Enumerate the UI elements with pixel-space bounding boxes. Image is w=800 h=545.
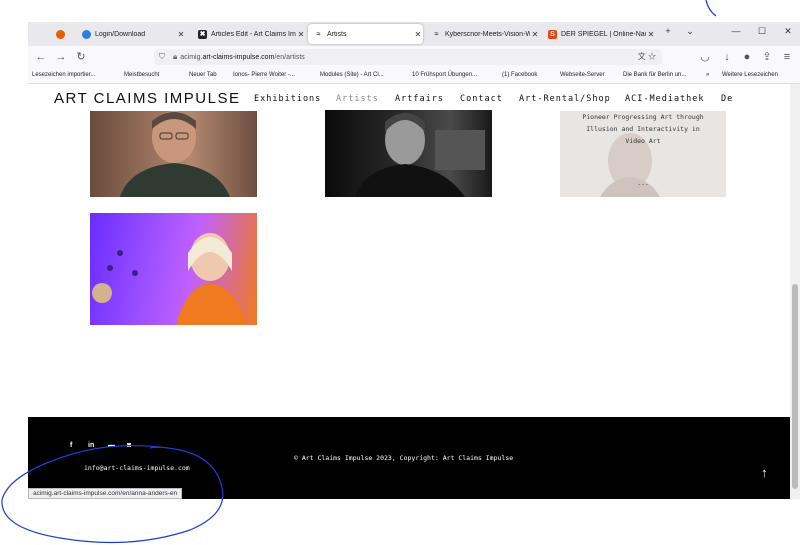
artist-photo[interactable] <box>90 213 257 325</box>
bookmark-item[interactable]: Neuer Tab <box>189 72 217 78</box>
tab-login-download[interactable]: Login/Download ✕ <box>76 24 186 44</box>
bookmarks-bar: Lesezeichen importier... Meistbesucht Ne… <box>28 68 800 84</box>
url-path: /en/artists <box>274 53 305 61</box>
scroll-to-top-icon[interactable]: ↑ <box>761 465 768 480</box>
close-icon[interactable]: ✕ <box>176 30 186 39</box>
close-icon[interactable]: ✕ <box>530 30 540 39</box>
artist-photo[interactable] <box>325 110 492 197</box>
tab-label: DER SPIEGEL | Online-Nachr <box>561 30 646 38</box>
close-icon[interactable]: ✕ <box>296 30 306 39</box>
window-close-icon[interactable]: ✕ <box>780 26 796 37</box>
tab-articles-edit[interactable]: ✖ Articles Edit - Art Claims Im ✕ <box>192 24 306 44</box>
maximize-icon[interactable]: ☐ <box>754 26 770 37</box>
bookmark-item[interactable]: Lesezeichen importier... <box>32 72 95 78</box>
back-icon[interactable]: ← <box>34 50 48 64</box>
translate-star-icons[interactable]: 文 ☆ <box>638 51 656 62</box>
close-icon[interactable]: ✕ <box>413 30 423 39</box>
site-footer: f in ▬ ◙ info@art-claims-impulse.com © A… <box>28 417 790 499</box>
tab-list-icon[interactable]: ⌄ <box>682 26 698 37</box>
tab-label: Login/Download <box>95 30 146 38</box>
firefox-menu-tab[interactable] <box>50 24 70 44</box>
globe-icon <box>82 29 91 39</box>
tab-label: Artists <box>327 30 347 38</box>
nav-language[interactable]: De <box>721 94 733 104</box>
menu-icon[interactable]: ≡ <box>780 50 794 64</box>
tab-spiegel[interactable]: S DER SPIEGEL | Online-Nachr ✕ <box>542 24 656 44</box>
bookmark-overflow[interactable]: » <box>706 72 709 78</box>
artist-photo-drawing <box>120 111 230 197</box>
artist-photo-drawing <box>92 233 246 325</box>
bookmark-item[interactable]: Die Bank für Berlin un... <box>623 72 686 78</box>
web-page: ART CLAIMS IMPULSE Exhibitions Artists A… <box>28 84 790 499</box>
tab-kyberscnor[interactable]: ≈ Kyberscnor-Meets-Vision-W ✕ <box>426 24 540 44</box>
pocket-icon[interactable]: ◡ <box>698 50 712 64</box>
aci-icon: ≈ <box>434 30 439 38</box>
nav-artfairs[interactable]: Artfairs <box>395 94 444 104</box>
minimize-icon[interactable]: — <box>728 26 744 36</box>
footer-email[interactable]: info@art-claims-impulse.com <box>84 464 190 472</box>
nav-contact[interactable]: Contact <box>460 94 503 104</box>
annotation-stroke <box>705 0 717 17</box>
shield-icon: ⛉ <box>159 52 165 61</box>
tab-label: Kyberscnor-Meets-Vision-W <box>445 30 530 38</box>
new-tab-icon[interactable]: + <box>660 26 676 36</box>
youtube-icon[interactable]: ▬ <box>108 442 115 449</box>
bookmark-item[interactable]: Webseite-Server <box>560 72 605 78</box>
url-bar[interactable]: ⛉ 🔒︎ acimig. art-claims-impulse.com/en/ar… <box>154 49 662 65</box>
facebook-icon[interactable]: f <box>70 442 72 449</box>
spiegel-icon: S <box>548 29 557 39</box>
artist-photo-drawing <box>355 113 485 197</box>
lock-icon: 🔒︎ <box>173 52 178 61</box>
tab-label: Articles Edit - Art Claims Im <box>211 30 296 38</box>
status-bar-url: acimig.art-claims-impulse.com/en/anna-an… <box>28 488 183 499</box>
tab-bar: Login/Download ✕ ✖ Articles Edit - Art C… <box>28 22 800 46</box>
artist-photo[interactable] <box>90 111 257 197</box>
screenshot: Login/Download ✕ ✖ Articles Edit - Art C… <box>0 0 800 545</box>
site-logo[interactable]: ART CLAIMS IMPULSE <box>54 90 241 107</box>
forward-icon[interactable]: → <box>54 50 68 64</box>
nav-artists[interactable]: Artists <box>336 94 379 104</box>
bookmark-item[interactable]: (1) Facebook <box>502 72 537 78</box>
artist-teaser-line: Illusion and Interactivity in <box>586 125 700 133</box>
navigation-bar: ← → ↻ ⛉ 🔒︎ acimig. art-claims-impulse.com… <box>28 46 800 68</box>
bookmark-item[interactable]: Modules (Site) - Art Cl... <box>320 72 384 78</box>
page-scrollbar[interactable] <box>790 84 800 499</box>
footer-copyright: © Art Claims Impulse 2023, Copyright: Ar… <box>294 454 514 462</box>
close-icon[interactable]: ✕ <box>646 30 656 39</box>
bookmark-item[interactable]: Meistbesucht <box>124 72 159 78</box>
url-prefix: acimig. <box>180 53 203 61</box>
nav-exhibitions[interactable]: Exhibitions <box>254 94 321 104</box>
bookmark-item[interactable]: 10 Frühsport Übungen... <box>412 72 477 78</box>
artist-teaser-line: Video Art <box>625 137 661 145</box>
firefox-icon <box>56 29 65 39</box>
download-icon[interactable]: ↓ <box>720 50 734 64</box>
nav-aci-mediathek[interactable]: ACI-Mediathek <box>625 94 705 104</box>
linkedin-icon[interactable]: in <box>88 442 94 449</box>
scrollbar-thumb[interactable] <box>792 284 798 489</box>
instagram-icon[interactable]: ◙ <box>127 442 131 449</box>
url-domain: art-claims-impulse.com <box>202 53 275 61</box>
artist-photo[interactable]: Pioneer Progressing Art through Illusion… <box>560 111 726 197</box>
bookmark-item[interactable]: Ionos- Pierre Woiter -... <box>233 72 295 78</box>
artist-teaser-line: Pioneer Progressing Art through <box>582 113 704 121</box>
reload-icon[interactable]: ↻ <box>74 50 88 64</box>
nav-art-rental-shop[interactable]: Art-Rental/Shop <box>519 94 611 104</box>
bookmark-item[interactable]: Weitere Lesezeichen <box>722 72 778 78</box>
joomla-icon: ✖ <box>198 29 207 39</box>
tab-artists[interactable]: ≈ Artists ✕ <box>308 24 423 44</box>
artist-teaser-ellipsis: ... <box>637 179 649 187</box>
aci-icon: ≈ <box>316 30 321 38</box>
share-icon[interactable]: ⇪ <box>760 50 774 64</box>
account-icon[interactable]: ● <box>740 50 754 64</box>
